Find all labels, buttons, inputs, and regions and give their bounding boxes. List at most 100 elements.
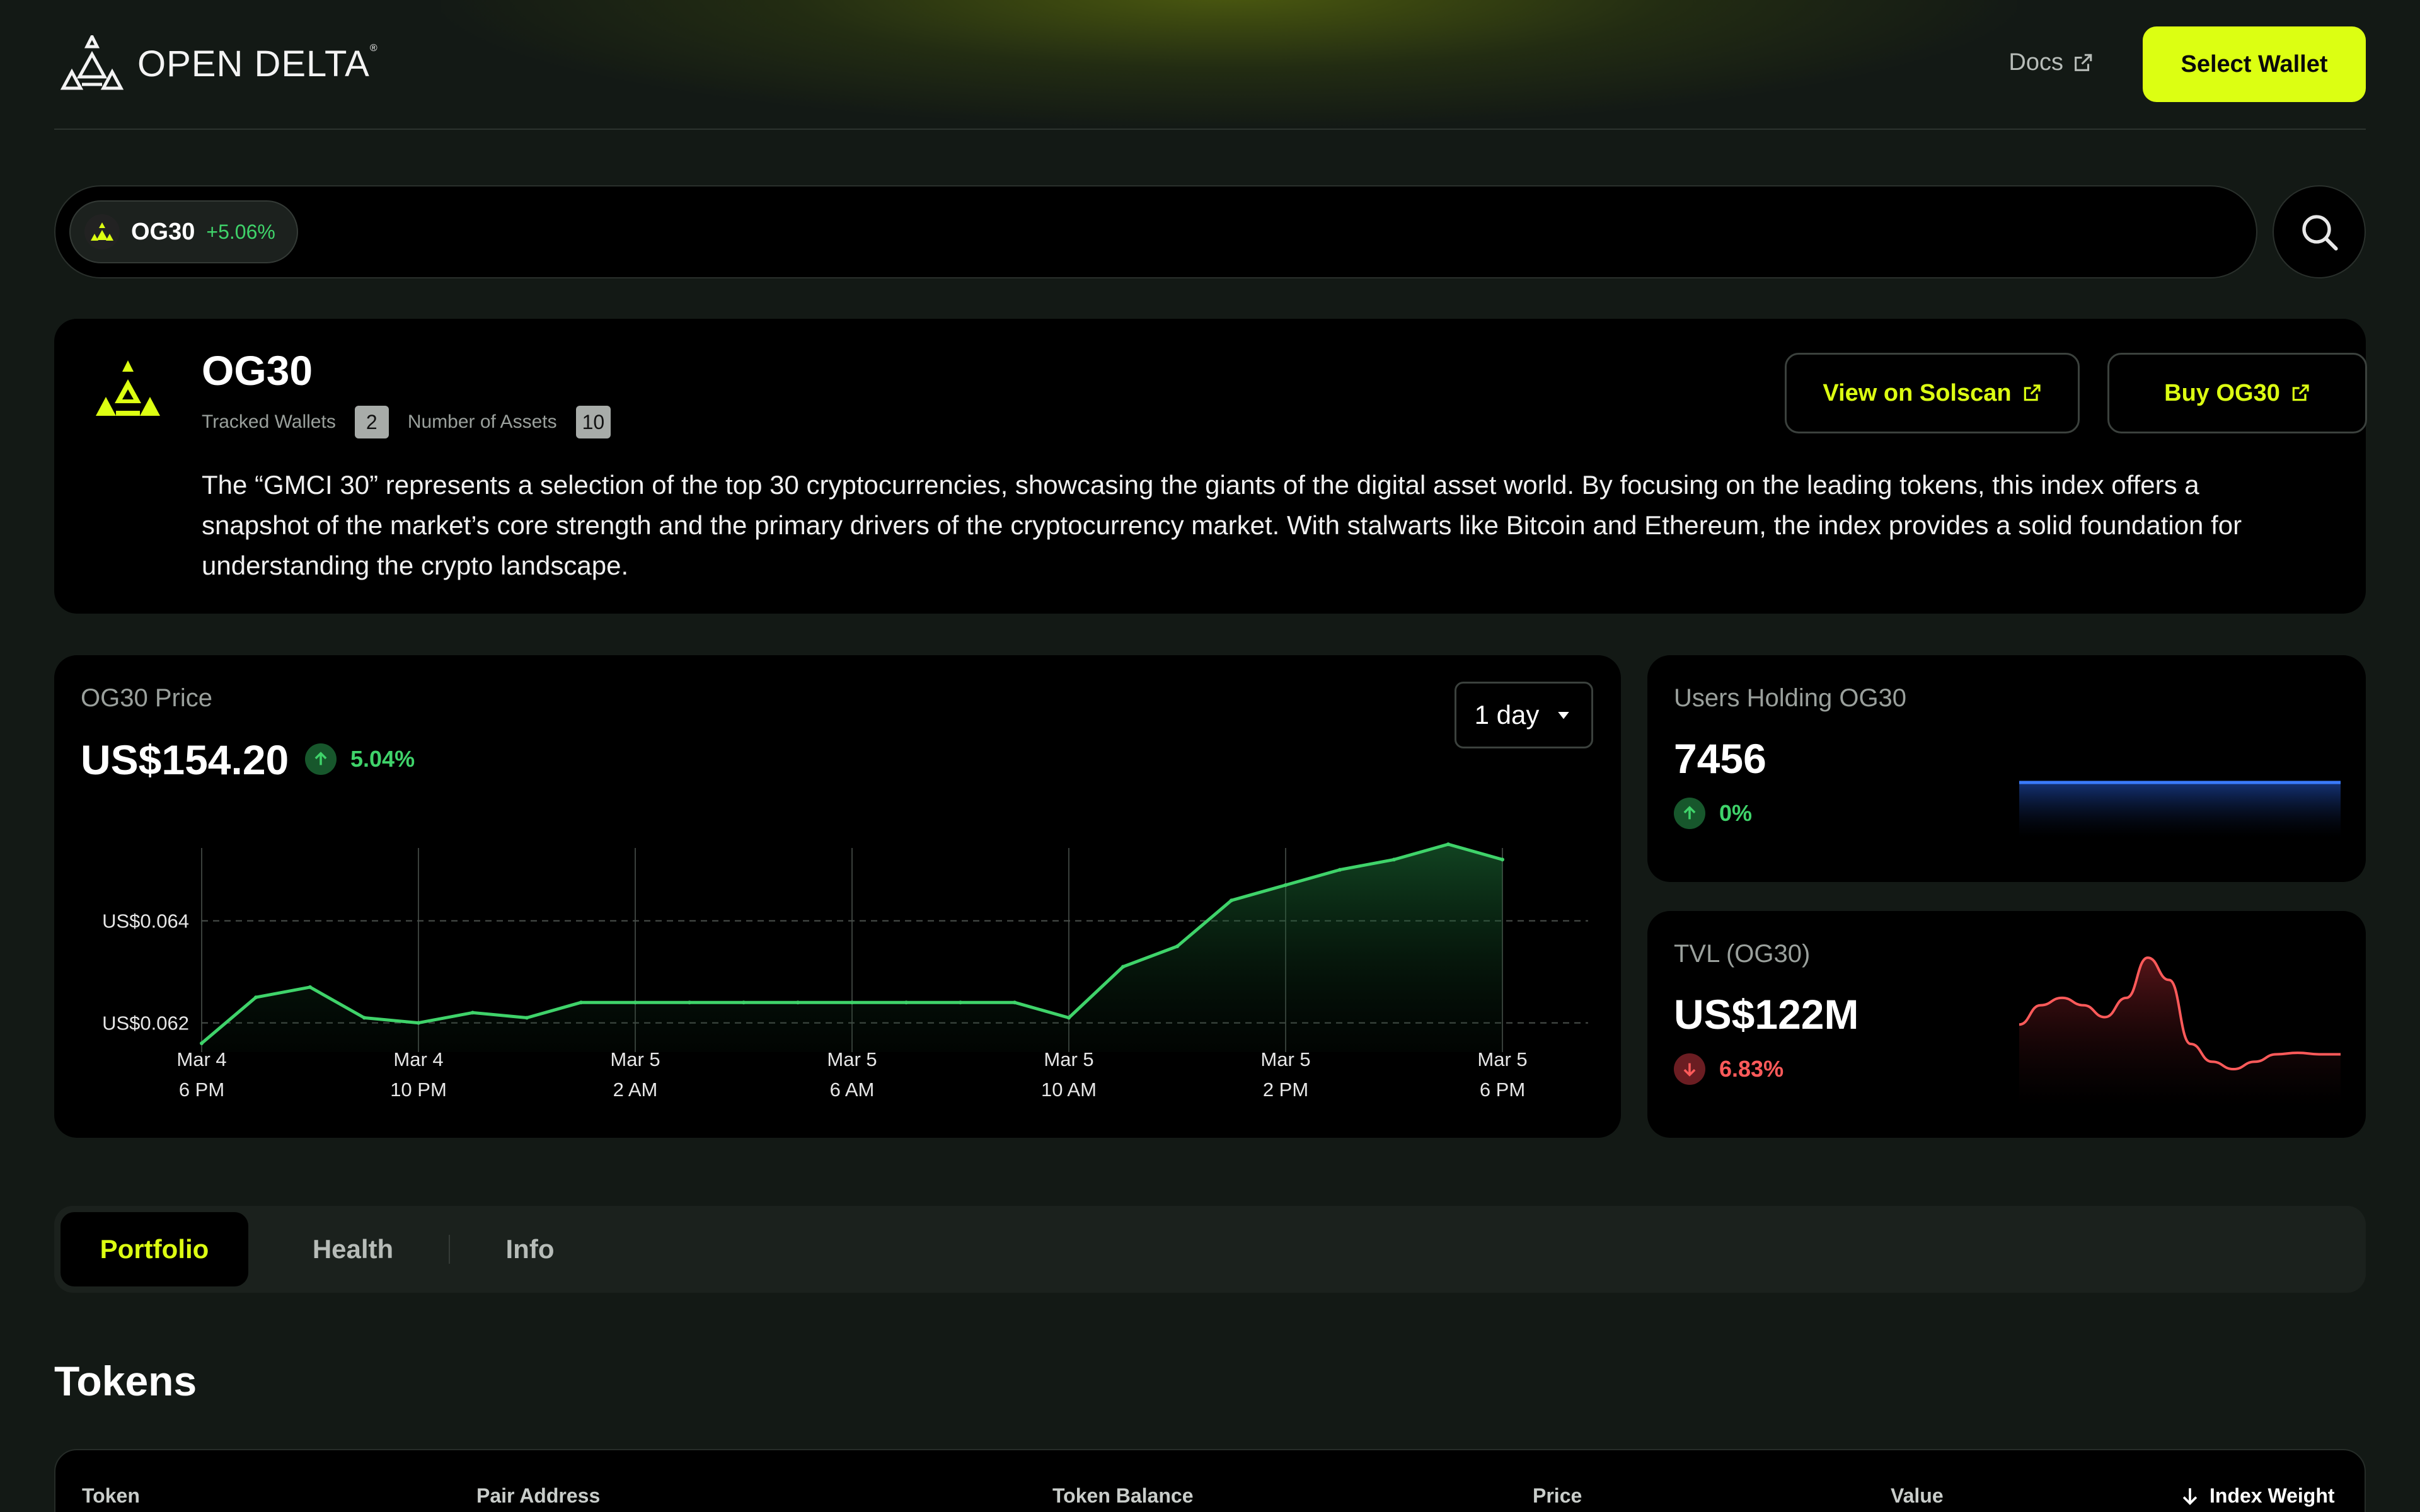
- arrow-down-icon: [1674, 1053, 1705, 1085]
- column-pair-address[interactable]: Pair Address: [476, 1484, 600, 1508]
- price-change: 5.04%: [305, 743, 415, 775]
- index-description: The “GMCI 30” represents a selection of …: [202, 470, 2242, 580]
- price-point: [1338, 868, 1342, 872]
- tokens-title: Tokens: [54, 1358, 197, 1404]
- docs-link[interactable]: Docs: [2008, 49, 2094, 76]
- tvl-change: 6.83%: [1674, 1053, 1783, 1085]
- price-point: [1230, 898, 1233, 903]
- og30-logo-icon: [96, 360, 160, 416]
- arrow-up-icon: [1674, 798, 1705, 829]
- sparkline-area: [2019, 958, 2341, 1106]
- tvl-card-label: TVL (OG30): [1674, 940, 1811, 968]
- x-tick-time: 2 PM: [1263, 1079, 1308, 1101]
- sort-down-arrow-icon: [2182, 1487, 2198, 1505]
- users-card-value: 7456: [1674, 735, 1766, 782]
- tokens-table: Token Pair Address Token Balance Price V…: [54, 1449, 2366, 1512]
- search-bar[interactable]: OG30 +5.06%: [54, 185, 2257, 278]
- price-point: [1121, 965, 1125, 969]
- y-tick-label: US$0.064: [102, 910, 189, 932]
- column-token-balance[interactable]: Token Balance: [1052, 1484, 1193, 1508]
- external-link-icon: [2292, 384, 2309, 401]
- price-value: US$154.20: [81, 736, 289, 783]
- select-wallet-button[interactable]: Select Wallet: [2143, 26, 2366, 102]
- price-point: [688, 1000, 691, 1005]
- tab-divider: [449, 1235, 450, 1264]
- price-point: [1013, 1000, 1017, 1005]
- tab-portfolio[interactable]: Portfolio: [60, 1212, 248, 1286]
- x-tick-time: 6 PM: [1480, 1079, 1525, 1101]
- price-point: [1392, 857, 1396, 862]
- users-change: 0%: [1674, 798, 1752, 829]
- x-tick-time: 2 AM: [613, 1079, 658, 1101]
- tvl-sparkline: [2019, 956, 2341, 1106]
- og30-token-icon: [84, 214, 120, 249]
- brand-name: OPEN DELTA®: [137, 42, 378, 84]
- price-point: [417, 1021, 420, 1025]
- assets-badge: 10: [575, 406, 611, 438]
- price-point: [308, 985, 312, 989]
- x-tick-time: 6 AM: [830, 1079, 875, 1101]
- users-sparkline: [2019, 781, 2341, 838]
- price-point: [525, 1016, 529, 1020]
- price-point: [1067, 1016, 1071, 1020]
- x-tick-time: 6 PM: [179, 1079, 224, 1101]
- x-tick-time: 10 AM: [1041, 1079, 1097, 1101]
- price-point: [1284, 883, 1288, 887]
- search-button[interactable]: [2273, 185, 2366, 278]
- users-card-label: Users Holding OG30: [1674, 684, 1907, 712]
- column-index-weight[interactable]: Index Weight: [2179, 1484, 2335, 1508]
- sparkline-area: [2019, 782, 2341, 838]
- docs-label: Docs: [2008, 49, 2063, 76]
- tab-info[interactable]: Info: [470, 1212, 590, 1286]
- price-point: [742, 1000, 746, 1005]
- tvl-card: TVL (OG30) US$122M 6.83%: [1647, 911, 2366, 1138]
- chip-index-change: +5.06%: [206, 220, 275, 243]
- column-price[interactable]: Price: [1533, 1484, 1582, 1508]
- open-delta-logo-icon: [60, 35, 124, 90]
- column-index-weight-label: Index Weight: [2210, 1484, 2335, 1507]
- tracked-wallets-badge: 2: [354, 406, 389, 438]
- selected-index-chip[interactable]: OG30 +5.06%: [69, 200, 298, 263]
- price-chart[interactable]: Mar 46 PMMar 410 PMMar 52 AMMar 56 AMMar…: [54, 655, 1621, 1138]
- price-point: [1175, 944, 1179, 949]
- users-holding-card: Users Holding OG30 7456 0%: [1647, 655, 2366, 882]
- view-on-solscan-label: View on Solscan: [1823, 379, 2012, 406]
- price-point: [362, 1016, 366, 1020]
- search-icon: [2302, 215, 2338, 251]
- price-point: [850, 1000, 854, 1005]
- price-card: Mar 46 PM Mar 4 10 PM Mar 52 AM Mar 56 AM Mar…: [54, 655, 1621, 1138]
- view-on-solscan-button[interactable]: View on Solscan: [1785, 353, 2080, 433]
- price-point: [1501, 857, 1504, 862]
- chip-index-name: OG30: [131, 218, 195, 245]
- column-token[interactable]: Token: [82, 1484, 140, 1508]
- buy-og30-button[interactable]: Buy OG30: [2107, 353, 2367, 433]
- tvl-card-value: US$122M: [1674, 991, 1859, 1038]
- caret-down-icon: [1558, 712, 1570, 719]
- top-header: OPEN DELTA® Docs Select Wallet: [54, 0, 2366, 130]
- price-change-value: 5.04%: [350, 746, 415, 772]
- tvl-change-value: 6.83%: [1719, 1056, 1784, 1082]
- tracked-wallets-label: Tracked Wallets: [202, 411, 336, 432]
- y-tick-label: US$0.062: [102, 1012, 189, 1034]
- index-info-card: OG30 Tracked Wallets 2 Number of Assets …: [54, 319, 2367, 614]
- brand-logo[interactable]: OPEN DELTA®: [60, 35, 378, 92]
- column-value[interactable]: Value: [1891, 1484, 1944, 1508]
- tab-health[interactable]: Health: [284, 1212, 422, 1286]
- users-change-value: 0%: [1719, 800, 1753, 826]
- price-point: [959, 1000, 962, 1005]
- x-tick-time: 10 PM: [390, 1079, 447, 1101]
- price-point: [1446, 842, 1450, 847]
- section-tabs: Portfolio Health Info: [54, 1206, 2366, 1293]
- index-title: OG30: [202, 347, 313, 394]
- price-point: [796, 1000, 800, 1005]
- assets-label: Number of Assets: [407, 411, 557, 432]
- price-card-label: OG30 Price: [81, 684, 212, 712]
- price-point: [254, 995, 258, 1000]
- price-point: [200, 1041, 204, 1045]
- buy-og30-label: Buy OG30: [2164, 379, 2280, 406]
- arrow-up-icon: [305, 743, 337, 775]
- external-link-icon: [2024, 384, 2041, 401]
- price-point: [904, 1000, 908, 1005]
- timeframe-select[interactable]: 1 day: [1455, 682, 1593, 748]
- price-point: [579, 1000, 583, 1005]
